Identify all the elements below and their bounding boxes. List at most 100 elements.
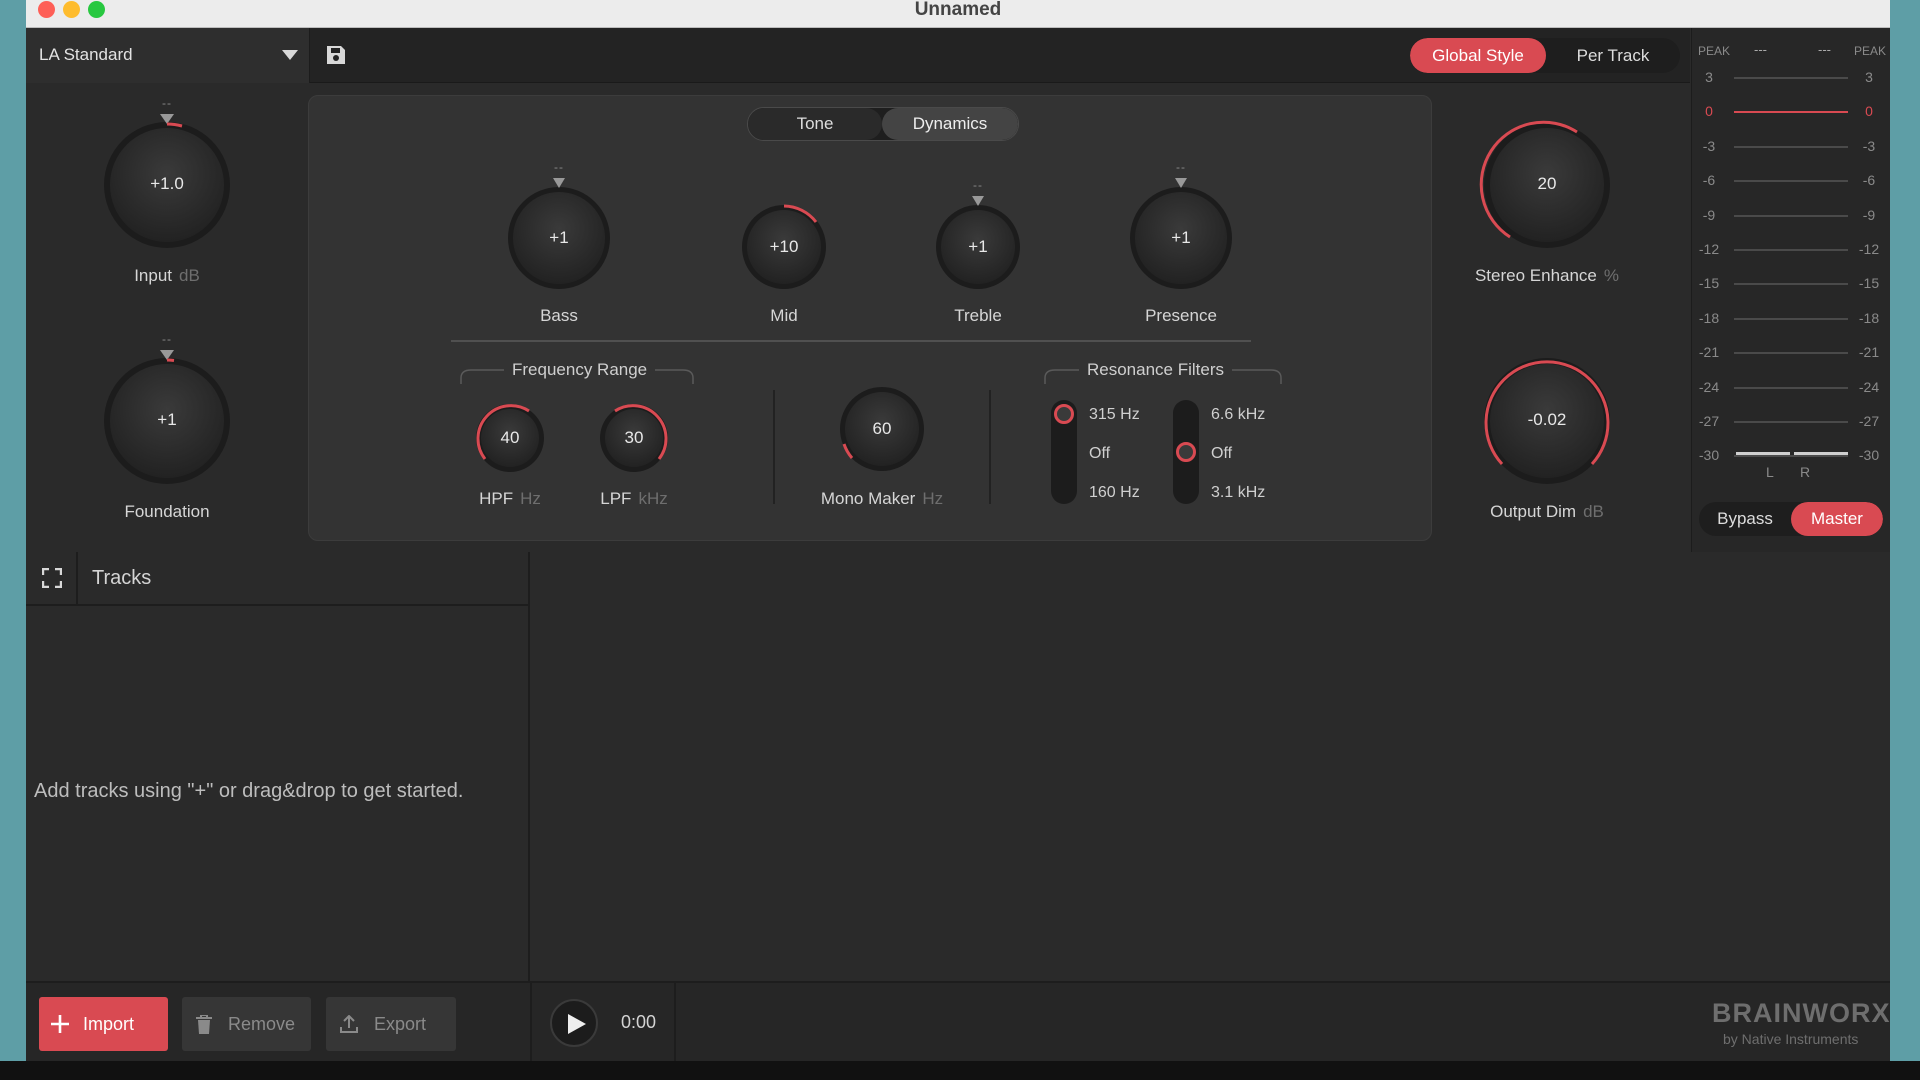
tracks-list[interactable]: Add tracks using "+" or drag&drop to get…	[26, 606, 530, 981]
presence-indicator: --	[1176, 160, 1186, 174]
input-label: Input dB	[134, 266, 200, 285]
bass-knob[interactable]: -- +1 Bass	[507, 160, 611, 325]
meter-scale-right: -3	[1862, 137, 1876, 154]
meter-scale-left: -12	[1698, 241, 1720, 257]
hpf-value: 40	[500, 428, 520, 447]
meter-scale-right: -21	[1858, 344, 1880, 361]
mono-maker-knob[interactable]: 60 Mono Maker Hz	[821, 386, 943, 508]
meter-scale-right: -9	[1862, 206, 1876, 223]
import-button[interactable]: Import	[39, 997, 168, 1051]
preset-selector[interactable]: LA Standard	[26, 28, 310, 83]
title-bar: Unnamed	[26, 0, 1890, 28]
meter-gridline	[1734, 111, 1848, 114]
mid-value: +10	[769, 237, 799, 256]
hpf-knob[interactable]: 40 HPF Hz	[475, 403, 545, 508]
waveform-area[interactable]	[532, 552, 1890, 981]
meter-gridline	[1734, 421, 1848, 423]
tab-dynamics[interactable]: Dynamics	[882, 108, 1018, 140]
plus-icon	[51, 1015, 69, 1033]
save-preset-button[interactable]	[316, 28, 356, 83]
tab-per-track[interactable]: Per Track	[1546, 38, 1680, 73]
tab-tone[interactable]: Tone	[748, 108, 882, 140]
play-icon	[568, 1014, 586, 1034]
meter-scale-right: -12	[1858, 241, 1880, 257]
resonance-filters-title: Resonance Filters	[1079, 360, 1233, 380]
meter-gridline	[1734, 386, 1848, 389]
group-divider-right	[989, 390, 991, 504]
resonance-low-handle[interactable]	[1054, 404, 1074, 424]
treble-indicator: --	[973, 178, 983, 192]
stereo-enhance-label: Stereo Enhance%	[1474, 266, 1620, 285]
bypass-button[interactable]: Bypass	[1699, 502, 1791, 536]
meter-scale-left: -30	[1698, 447, 1720, 464]
output-dim-label: Output Dim dB	[1490, 502, 1604, 521]
meter-gridline	[1734, 455, 1848, 458]
tracks-header: Tracks	[26, 552, 530, 606]
input-value: +1.0	[150, 174, 184, 193]
meter-scale-right: -15	[1858, 275, 1880, 292]
peak-readout-right: ---	[1818, 42, 1831, 57]
bass-value: +1	[549, 228, 569, 247]
meter-gridline	[1734, 317, 1848, 320]
resonance-low-option-2[interactable]: Off	[1089, 445, 1110, 463]
meter-scale-right: -24	[1858, 378, 1880, 395]
stereo-enhance-value: 20	[1537, 174, 1557, 193]
foundation-knob[interactable]: -- +1 Foundation	[102, 332, 232, 521]
import-label: Import	[83, 1013, 135, 1034]
lpf-value: 30	[624, 428, 644, 447]
mid-knob[interactable]: +10 Mid	[741, 204, 827, 325]
treble-value: +1	[968, 237, 988, 256]
meter-scale-right: 3	[1865, 69, 1873, 85]
treble-knob[interactable]: -- +1 Treble	[935, 178, 1021, 325]
resonance-high-switch[interactable]	[1173, 400, 1199, 504]
meter-scale-left: 0	[1705, 103, 1713, 120]
mid-label: Mid	[770, 306, 798, 325]
level-meter: PEAK --- --- PEAK 3 3 0 0 -3 -3 -6 -6 -9 -9 -12 -12…	[1691, 28, 1890, 552]
resonance-high-option-1[interactable]: 6.6 kHz	[1211, 406, 1265, 424]
input-knob[interactable]: -- +1.0 Input dB	[102, 96, 232, 285]
meter-gridline	[1734, 180, 1848, 183]
presence-label: Presence	[1145, 306, 1217, 325]
resonance-high-handle[interactable]	[1176, 442, 1196, 462]
channel-label-left: L	[1766, 464, 1774, 480]
bottom-dock-strip	[0, 1061, 1920, 1080]
foundation-value: +1	[157, 410, 177, 429]
expand-icon	[42, 568, 62, 588]
meter-scale-left: -27	[1698, 413, 1720, 429]
expand-tracks-button[interactable]	[26, 552, 78, 604]
meter-scale-left: -24	[1698, 378, 1720, 395]
resonance-low-option-3[interactable]: 160 Hz	[1089, 484, 1140, 502]
meter-scale-right: -30	[1858, 447, 1880, 464]
peak-readout-left: ---	[1754, 42, 1767, 57]
resonance-high-option-2[interactable]: Off	[1211, 445, 1232, 463]
presence-knob[interactable]: -- +1 Presence	[1129, 160, 1233, 325]
meter-scale-left: 3	[1705, 69, 1713, 85]
toolbar: LA Standard Global Style Per Track	[26, 28, 1690, 83]
meter-scale-left: -9	[1702, 206, 1716, 223]
meter-scale-left: -15	[1698, 275, 1720, 292]
bass-label: Bass	[540, 306, 578, 325]
tab-global-style[interactable]: Global Style	[1410, 38, 1546, 73]
bass-indicator: --	[554, 160, 564, 174]
lpf-knob[interactable]: 30 LPF kHz	[599, 403, 669, 508]
meter-scale-left: -3	[1702, 137, 1716, 154]
stereo-enhance-knob[interactable]: 20 Stereo Enhance%	[1475, 120, 1619, 285]
resonance-low-switch[interactable]	[1051, 400, 1077, 504]
trash-icon	[196, 1014, 212, 1034]
peak-label-left: PEAK	[1698, 44, 1731, 58]
chevron-down-icon	[282, 50, 298, 60]
play-button[interactable]	[550, 999, 598, 1047]
bypass-master-switch: Bypass Master	[1699, 502, 1883, 536]
remove-button[interactable]: Remove	[182, 997, 311, 1051]
foundation-label: Foundation	[124, 502, 210, 521]
playback-time: 0:00	[621, 1012, 657, 1032]
resonance-low-option-1[interactable]: 315 Hz	[1089, 406, 1140, 424]
output-dim-value: -0.02	[1527, 410, 1567, 429]
export-button[interactable]: Export	[326, 997, 456, 1051]
meter-gridline	[1734, 352, 1848, 355]
tone-panel: Tone Dynamics -- +1 Bass +10 Mid -- +1 T…	[308, 95, 1432, 541]
output-dim-knob[interactable]: -0.02 Output Dim dB	[1482, 356, 1612, 521]
resonance-high-option-3[interactable]: 3.1 kHz	[1211, 484, 1265, 502]
master-button[interactable]: Master	[1791, 502, 1883, 536]
brainworx-logo: BRAINWORX	[1712, 998, 1890, 1028]
